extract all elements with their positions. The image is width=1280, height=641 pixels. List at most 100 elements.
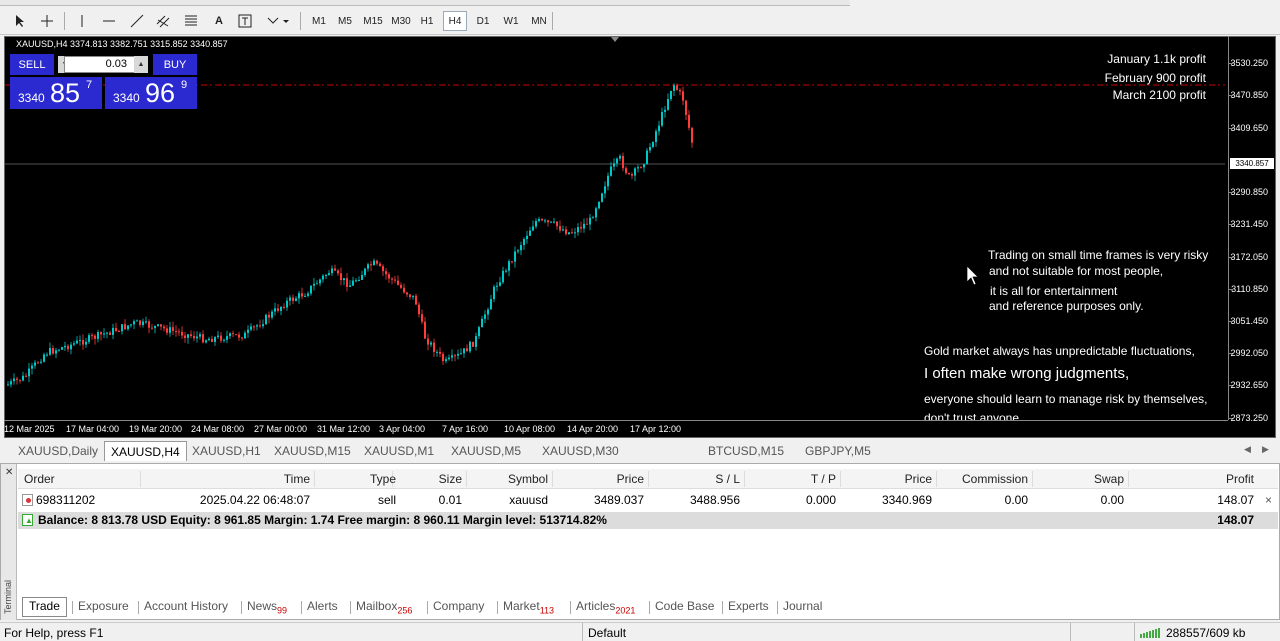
status-profile[interactable]: Default [588, 626, 626, 640]
terminal-tab[interactable]: Exposure [78, 599, 129, 613]
channel-icon[interactable] [154, 11, 172, 31]
ask-price[interactable]: 3340 96 9 [105, 77, 197, 109]
terminal-tab[interactable]: Mailbox256 [356, 599, 412, 615]
chart-tab[interactable]: XAUUSD,Daily [12, 441, 104, 461]
order-icon [22, 494, 33, 506]
candle-body [511, 261, 513, 263]
chart-tab[interactable]: XAUUSD,M5 [445, 441, 527, 461]
terminal-tab[interactable]: Code Base [655, 599, 714, 613]
order-current-price: 3340.969 [881, 493, 932, 507]
arrows-dropdown-icon[interactable] [264, 11, 292, 31]
column-header[interactable]: T / P [811, 472, 836, 486]
column-header[interactable]: Commission [962, 472, 1028, 486]
column-header[interactable]: Symbol [508, 472, 548, 486]
column-header[interactable]: Time [284, 472, 310, 486]
timeframe-mn[interactable]: MN [527, 11, 551, 31]
tab-scroll-left-icon[interactable]: ◀ [1244, 444, 1251, 455]
terminal-tab[interactable]: Account History [144, 599, 228, 613]
candle-body [76, 340, 78, 344]
timeframe-h1[interactable]: H1 [415, 11, 439, 31]
text-icon[interactable]: A [210, 11, 228, 31]
disclaimer-line: and not suitable for most people, [989, 264, 1164, 278]
fibonacci-icon[interactable] [182, 11, 200, 31]
candle-body [415, 295, 417, 305]
chart-tab[interactable]: XAUUSD,M1 [358, 441, 440, 461]
candle-body [22, 375, 24, 381]
column-header[interactable]: Order [24, 472, 55, 486]
candle-body [28, 368, 30, 377]
terminal-tab[interactable]: Journal [783, 599, 822, 613]
disclaimer-line: Gold market always has unpredictable flu… [924, 344, 1195, 358]
toolbar-top-strip [0, 0, 850, 6]
order-tp[interactable]: 0.000 [806, 493, 836, 507]
chart-tab[interactable]: XAUUSD,M15 [268, 441, 357, 461]
terminal-tab[interactable]: Trade [22, 597, 67, 617]
candle-body [397, 280, 399, 285]
price-axis-label: 3172.050 [1230, 252, 1268, 262]
terminal-tab[interactable]: News99 [247, 599, 287, 615]
candle-body [574, 232, 576, 234]
order-id: 698311202 [36, 493, 96, 507]
candle-body [550, 221, 552, 223]
chart-tab[interactable]: XAUUSD,H1 [186, 441, 267, 461]
terminal-tab[interactable]: Articles2021 [576, 599, 635, 615]
candle-body [613, 163, 615, 167]
candle-body [598, 201, 600, 209]
candle-body [163, 326, 165, 329]
column-header[interactable]: S / L [715, 472, 740, 486]
timeframe-m30[interactable]: M30 [389, 11, 413, 31]
close-order-icon[interactable]: × [1265, 493, 1272, 507]
chart-tab[interactable]: BTCUSD,M15 [702, 441, 790, 461]
candle-body [403, 287, 405, 293]
horizontal-line-icon[interactable] [100, 11, 118, 31]
candle-body [439, 351, 441, 354]
candle-body [145, 321, 147, 323]
candle-body [157, 324, 159, 326]
tab-scroll-right-icon[interactable]: ▶ [1262, 444, 1269, 455]
table-row[interactable]: 698311202 2025.04.22 06:48:07 sell 0.01 … [18, 491, 1278, 510]
terminal-tab[interactable]: Experts [728, 599, 769, 613]
candle-body [628, 173, 630, 175]
timeframe-m1[interactable]: M1 [307, 11, 331, 31]
timeframe-w1[interactable]: W1 [499, 11, 523, 31]
time-axis-label: 24 Mar 08:00 [191, 424, 245, 434]
column-header[interactable]: Swap [1094, 472, 1124, 486]
terminal-panel: Terminal ✕ Order Time Type Size Symbol Price S… [0, 463, 1280, 620]
order-price: 3489.037 [593, 493, 644, 507]
terminal-tab[interactable]: Market113 [503, 599, 554, 615]
column-header[interactable]: Price [905, 472, 932, 486]
candle-body [460, 353, 462, 355]
chart-tab[interactable]: GBPJPY,M5 [799, 441, 877, 461]
candle-body [322, 275, 324, 280]
candle-body [112, 327, 114, 335]
chart-tab[interactable]: XAUUSD,H4 [104, 441, 187, 461]
cursor-icon[interactable] [12, 11, 28, 31]
lot-increase-icon[interactable]: ▲ [134, 56, 148, 73]
order-commission: 0.00 [1004, 493, 1028, 507]
column-header[interactable]: Price [617, 472, 644, 486]
crosshair-icon[interactable] [38, 11, 56, 31]
timeframe-m15[interactable]: M15 [361, 11, 385, 31]
terminal-tab-badge: 113 [539, 605, 555, 616]
terminal-tab[interactable]: Company [433, 599, 484, 613]
candle-body [328, 273, 330, 276]
candle-body [367, 264, 369, 269]
text-label-icon[interactable] [236, 11, 254, 31]
candle-body [223, 339, 225, 341]
timeframe-d1[interactable]: D1 [471, 11, 495, 31]
bid-price[interactable]: 3340 85 7 [10, 77, 102, 109]
timeframe-h4[interactable]: H4 [443, 11, 467, 31]
close-terminal-icon[interactable]: ✕ [5, 467, 13, 478]
vertical-line-icon[interactable] [74, 11, 90, 31]
chart-tab[interactable]: XAUUSD,M30 [536, 441, 625, 461]
order-sl[interactable]: 3488.956 [690, 493, 740, 507]
column-header[interactable]: Profit [1226, 472, 1254, 486]
buy-button[interactable]: BUY [153, 54, 197, 75]
candle-body [346, 278, 348, 287]
column-header[interactable]: Size [439, 472, 462, 486]
terminal-tab[interactable]: Alerts [307, 599, 338, 613]
timeframe-m5[interactable]: M5 [333, 11, 357, 31]
column-header[interactable]: Type [370, 472, 396, 486]
sell-button[interactable]: SELL [10, 54, 54, 75]
trendline-icon[interactable] [128, 11, 146, 31]
